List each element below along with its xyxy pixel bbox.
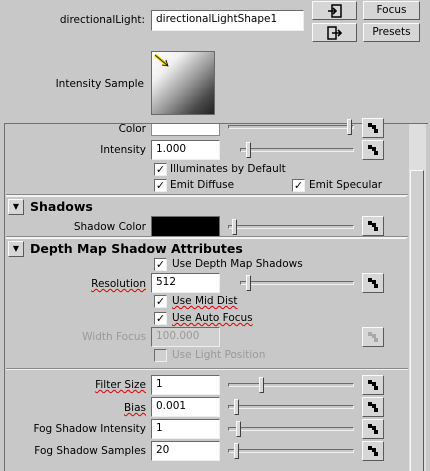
filter-size-map-button[interactable] [362, 375, 384, 395]
depth-map-section-header[interactable]: ▼ Depth Map Shadow Attributes [6, 238, 406, 258]
fog-shadow-samples-slider[interactable] [228, 442, 354, 460]
color-swatch[interactable] [151, 124, 220, 136]
fog-shadow-intensity-map-button[interactable] [362, 419, 384, 439]
width-focus-map-button[interactable] [362, 327, 384, 347]
resolution-label: Resolution [91, 278, 146, 290]
divider [6, 368, 408, 370]
color-slider-thumb[interactable] [347, 119, 352, 135]
filter-size-field[interactable]: 1 [151, 375, 220, 395]
fog-shadow-intensity-label: Fog Shadow Intensity [33, 423, 146, 435]
fog-shadow-intensity-slider-thumb[interactable] [236, 421, 241, 437]
intensity-field[interactable]: 1.000 [151, 140, 220, 160]
node-name-field[interactable]: directionalLightShape1 [151, 10, 304, 31]
emit-specular-label: Emit Specular [309, 179, 383, 191]
use-mid-dist-checkbox[interactable]: ✓ [154, 295, 167, 308]
shadow-color-slider-track [228, 225, 354, 229]
resolution-slider-track [240, 281, 354, 285]
collapse-triangle-icon[interactable]: ▼ [8, 241, 24, 257]
select-input-icon [327, 4, 342, 18]
resolution-field[interactable]: 512 [151, 273, 220, 293]
select-output-icon [326, 26, 342, 40]
bias-map-button[interactable] [362, 397, 384, 417]
shadow-color-label: Shadow Color [73, 221, 146, 233]
width-focus-field[interactable]: 100.000 [151, 327, 220, 347]
intensity-slider-track [240, 148, 354, 152]
bias-slider[interactable] [228, 398, 354, 416]
intensity-slider[interactable] [240, 141, 354, 159]
filter-size-label: Filter Size [95, 379, 146, 391]
shadow-color-slider[interactable] [228, 218, 354, 236]
filter-size-slider-track [228, 383, 354, 387]
fog-shadow-samples-slider-track [228, 449, 354, 453]
fog-shadow-intensity-slider[interactable] [228, 420, 354, 438]
depth-map-section-title: Depth Map Shadow Attributes [30, 241, 243, 256]
resolution-map-button[interactable] [362, 273, 384, 293]
fog-shadow-samples-field[interactable]: 20 [151, 441, 220, 461]
use-auto-focus-checkbox[interactable]: ✓ [154, 312, 167, 325]
bias-slider-track [228, 405, 354, 409]
color-slider[interactable] [228, 118, 354, 136]
bias-field[interactable]: 0.001 [151, 397, 220, 417]
color-label: Color [118, 123, 146, 135]
shadow-color-swatch[interactable] [151, 216, 220, 237]
light-icon [154, 53, 169, 67]
node-label: directionalLight: [59, 14, 145, 26]
filter-size-slider[interactable] [228, 376, 354, 394]
resolution-slider[interactable] [240, 274, 354, 292]
use-depth-map-checkbox[interactable]: ✓ [154, 258, 167, 271]
select-node-button[interactable] [312, 1, 357, 20]
presets-button[interactable]: Presets [363, 23, 420, 42]
focus-button[interactable]: Focus [363, 1, 420, 20]
resolution-slider-thumb[interactable] [246, 275, 251, 291]
use-mid-dist-label: Use Mid Dist [172, 295, 238, 307]
illuminates-label: Illuminates by Default [170, 163, 286, 175]
use-light-position-label: Use Light Position [172, 349, 266, 361]
bias-label: Bias [123, 402, 146, 414]
select-output-button[interactable] [312, 23, 357, 42]
intensity-slider-thumb[interactable] [246, 142, 251, 158]
shadows-section-header[interactable]: ▼ Shadows [6, 196, 406, 216]
intensity-label: Intensity [100, 144, 146, 156]
fog-shadow-intensity-slider-track [228, 427, 354, 431]
vertical-scrollbar[interactable] [409, 124, 426, 471]
scrollbar-thumb[interactable] [410, 170, 424, 471]
emit-diffuse-label: Emit Diffuse [170, 179, 235, 191]
use-light-position-checkbox[interactable] [154, 349, 167, 362]
fog-shadow-samples-map-button[interactable] [362, 441, 384, 461]
shadow-color-map-button[interactable] [362, 216, 384, 236]
intensity-sample-swatch [151, 51, 215, 115]
illuminates-checkbox[interactable]: ✓ [154, 163, 167, 176]
shadow-color-slider-thumb[interactable] [232, 219, 237, 235]
fog-shadow-samples-label: Fog Shadow Samples [34, 445, 146, 457]
shadows-section-title: Shadows [30, 199, 93, 214]
collapse-triangle-icon[interactable]: ▼ [8, 199, 24, 215]
use-depth-map-label: Use Depth Map Shadows [172, 258, 303, 270]
color-slider-track [228, 125, 354, 129]
intensity-map-button[interactable] [362, 140, 384, 160]
filter-size-slider-thumb[interactable] [259, 377, 264, 393]
emit-specular-checkbox[interactable]: ✓ [292, 179, 305, 192]
intensity-sample-label: Intensity Sample [55, 78, 144, 90]
width-focus-label: Width Focus [82, 331, 146, 343]
fog-shadow-intensity-field[interactable]: 1 [151, 419, 220, 439]
color-map-button[interactable] [362, 118, 384, 138]
bias-slider-thumb[interactable] [234, 399, 239, 415]
emit-diffuse-checkbox[interactable]: ✓ [154, 179, 167, 192]
fog-shadow-samples-slider-thumb[interactable] [234, 443, 239, 459]
use-auto-focus-label: Use Auto Focus [172, 312, 253, 324]
